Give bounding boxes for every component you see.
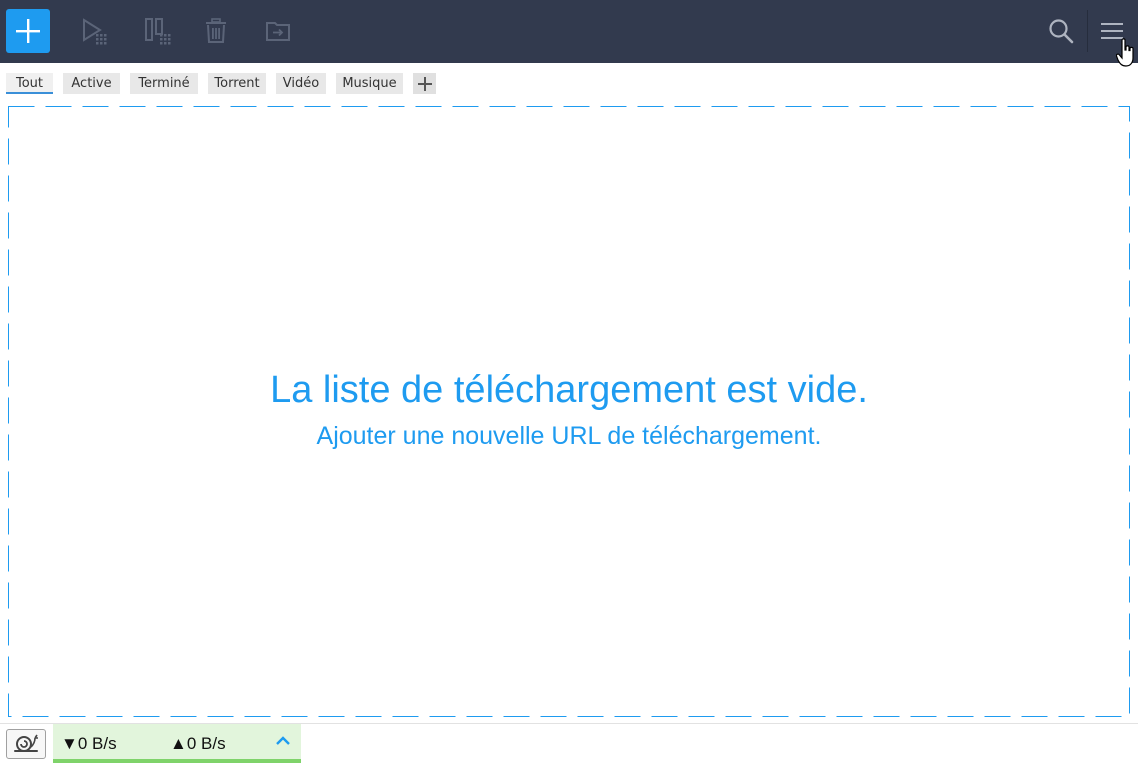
move-folder-icon	[266, 22, 290, 41]
upload-arrow-icon: ▲	[170, 734, 187, 753]
upload-speed: ▲0 B/s	[170, 734, 226, 754]
delete-button[interactable]	[194, 9, 238, 53]
tab-termine[interactable]: Terminé	[130, 73, 198, 94]
tab-torrent[interactable]: Torrent	[208, 73, 266, 94]
trash-icon	[206, 18, 226, 43]
chevron-up-icon[interactable]	[276, 736, 290, 746]
download-arrow-icon: ▼	[61, 734, 78, 753]
filter-tabs: Tout Active Terminé Torrent Vidéo Musiqu…	[0, 63, 1138, 103]
hand-cursor-icon	[1116, 38, 1134, 67]
add-tab-button[interactable]	[413, 73, 436, 94]
pause-icon	[145, 18, 171, 45]
move-to-folder-button[interactable]	[256, 9, 300, 53]
toolbar-divider	[1087, 10, 1088, 52]
download-speed-value: 0 B/s	[77, 734, 117, 753]
speed-panel[interactable]: ▼0 B/s ▲0 B/s	[53, 724, 301, 763]
resume-button[interactable]	[72, 9, 116, 53]
play-icon	[83, 18, 107, 45]
empty-list-title: La liste de téléchargement est vide.	[270, 369, 868, 411]
app-window: Tout Active Terminé Torrent Vidéo Musiqu…	[0, 0, 1138, 763]
speed-limit-button[interactable]	[6, 729, 46, 759]
add-url-link[interactable]: Ajouter une nouvelle URL de téléchargeme…	[0, 422, 1138, 451]
tab-active[interactable]: Active	[63, 73, 120, 94]
pause-button[interactable]	[136, 9, 180, 53]
tab-musique[interactable]: Musique	[336, 73, 403, 94]
status-bar: ▼0 B/s ▲0 B/s	[0, 723, 1138, 763]
toolbar	[0, 0, 1138, 63]
plus-icon	[417, 76, 432, 91]
search-button[interactable]	[1039, 9, 1083, 53]
add-download-button[interactable]	[6, 9, 50, 53]
search-icon	[1049, 19, 1074, 44]
tab-tout[interactable]: Tout	[6, 73, 53, 94]
upload-speed-value: 0 B/s	[186, 734, 226, 753]
download-speed: ▼0 B/s	[61, 734, 117, 754]
plus-icon	[16, 19, 40, 43]
snail-icon	[14, 734, 38, 752]
tab-video[interactable]: Vidéo	[276, 73, 326, 94]
